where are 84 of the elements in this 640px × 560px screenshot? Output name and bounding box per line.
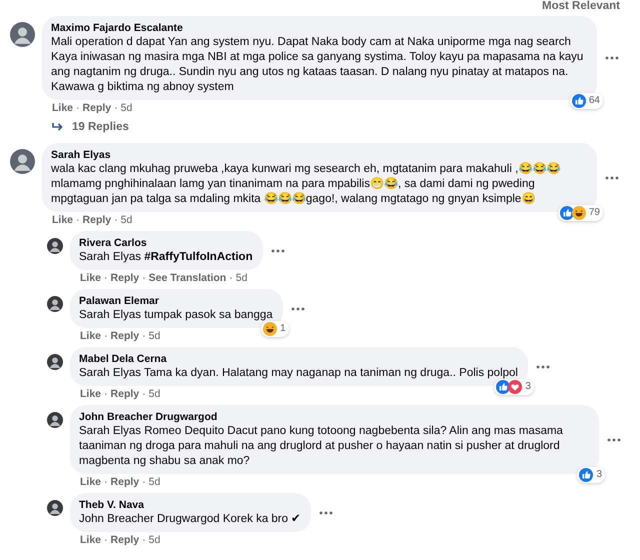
thumbs-up-icon xyxy=(579,468,594,482)
separator-dot: · xyxy=(104,476,108,489)
timestamp[interactable]: 5d xyxy=(148,534,160,547)
avatar[interactable] xyxy=(47,412,63,428)
sort-label[interactable]: Most Relevant xyxy=(542,0,620,14)
separator-dot: · xyxy=(104,388,108,401)
thumbs-up-icon xyxy=(572,94,586,108)
author-name[interactable]: Mabel Dela Cerna xyxy=(79,352,167,366)
comment-text: Mali operation d dapat Yan ang system nyu. Dapat Naka body cam at Naka uniporme mga nag search Kaya iniwasan ng masira mga NBI at mga police sa ganyang systima. Toloy kayu pa mapasama na kayu ang nagtanim ng druga.. Sundin nyu ang utos ng kataas taasan. D nalang nyu pinatay at matapos na. Kawawa g biktima ng abnoy system xyxy=(51,35,584,95)
more-options-icon[interactable] xyxy=(319,510,334,514)
action-link[interactable]: Reply xyxy=(110,476,140,489)
comment-text: Sarah Elyas Romeo Dequito Dacut pano kung totoong nagbebenta sila? Alin ang mas masama taaniman ng droga para mahuli na ang druglord at pusher o hayaan natin si pusher at druglord magbenta ng shabu sa anak mo? xyxy=(79,424,564,469)
reaction-count: 3 xyxy=(525,380,531,394)
separator-dot: · xyxy=(76,214,80,227)
author-name[interactable]: Palawan Elemar xyxy=(79,294,159,308)
more-options-icon[interactable] xyxy=(536,364,550,368)
separator-dot: · xyxy=(76,102,80,115)
separator-dot: · xyxy=(142,388,146,401)
separator-dot: · xyxy=(142,534,146,547)
author-name[interactable]: Theb V. Nava xyxy=(79,498,144,512)
action-link[interactable]: Like xyxy=(80,330,102,343)
comment-text: Sarah Elyas Tama ka dyan. Halatang may naganap na taniman ng druga.. Polis polpol xyxy=(79,366,518,381)
timestamp[interactable]: 5d xyxy=(148,330,160,343)
reaction-count: 64 xyxy=(588,94,600,108)
separator-dot: · xyxy=(104,330,108,343)
action-link[interactable]: Like xyxy=(52,102,74,115)
timestamp[interactable]: 5d xyxy=(120,214,132,227)
action-link[interactable]: Like xyxy=(80,534,102,547)
action-link[interactable]: Reply xyxy=(110,330,140,343)
action-link[interactable]: Like xyxy=(80,272,102,285)
reaction-badge[interactable]: 1 xyxy=(261,321,289,337)
author-name[interactable]: Rivera Carlos xyxy=(79,236,147,250)
action-link[interactable]: Like xyxy=(80,476,102,489)
view-replies-link[interactable]: 19 Replies xyxy=(72,121,129,133)
timestamp[interactable]: 5d xyxy=(120,102,132,115)
action-link[interactable]: Reply xyxy=(110,388,140,401)
laughing-face-icon xyxy=(572,206,586,220)
reaction-badge[interactable]: 64 xyxy=(570,93,603,109)
comment-text: wala kac clang mkuhag pruweba ,kaya kunwari mg sesearch eh, mgtatanim para makahuli ,😂😂😂 mlamamg pnghihinalaan lamg yan tinanimam na para mpabilis😁😂, sa dami dami ng pweding mpgtaguan jan pa talga sa mdaling mkita 😂😂😂gago!, walang mgtatago ng gnyan ksimple😄 xyxy=(51,162,562,207)
avatar[interactable] xyxy=(47,238,63,254)
separator-dot: · xyxy=(229,272,233,285)
action-link[interactable]: Reply xyxy=(82,214,112,227)
separator-dot: · xyxy=(104,272,108,285)
action-link[interactable]: Reply xyxy=(82,102,112,115)
timestamp[interactable]: 5d xyxy=(148,476,160,489)
comment-text: John Breacher Drugwargod Korek ka bro ✔ xyxy=(79,512,302,527)
laughing-face-icon xyxy=(263,322,278,336)
timestamp[interactable]: 5d xyxy=(148,388,160,401)
comment-text: Sarah Elyas #RaffyTulfoInAction xyxy=(79,250,253,265)
more-options-icon[interactable] xyxy=(270,248,285,252)
reaction-count: 1 xyxy=(280,322,286,336)
reaction-badge[interactable]: 79 xyxy=(558,205,603,221)
avatar[interactable] xyxy=(10,22,35,47)
reply-arrow-icon xyxy=(52,122,64,132)
more-options-icon[interactable] xyxy=(605,56,619,60)
comment-text: Sarah Elyas tumpak pasok sa bangga xyxy=(79,308,273,323)
action-link[interactable]: Like xyxy=(80,388,102,401)
separator-dot: · xyxy=(142,272,146,285)
separator-dot: · xyxy=(142,330,146,343)
more-options-icon[interactable] xyxy=(290,306,305,310)
more-options-icon[interactable] xyxy=(607,438,621,442)
thumbs-up-icon xyxy=(496,380,510,394)
action-link[interactable]: Reply xyxy=(110,534,140,547)
author-name[interactable]: John Breacher Drugwargod xyxy=(79,410,218,424)
reaction-count: 79 xyxy=(588,206,600,220)
timestamp[interactable]: 5d xyxy=(236,272,248,285)
avatar[interactable] xyxy=(10,149,35,174)
separator-dot: · xyxy=(104,534,108,547)
author-name[interactable]: Maximo Fajardo Escalante xyxy=(51,21,183,35)
author-name[interactable]: Sarah Elyas xyxy=(51,148,111,162)
action-link[interactable]: Reply xyxy=(110,272,140,285)
reaction-badge[interactable]: 3 xyxy=(494,379,534,395)
avatar[interactable] xyxy=(47,500,63,516)
reaction-count: 3 xyxy=(596,468,602,482)
action-link[interactable]: See Translation xyxy=(148,272,226,285)
separator-dot: · xyxy=(114,214,118,227)
thumbs-up-icon xyxy=(560,206,574,220)
action-link[interactable]: Like xyxy=(52,214,74,227)
separator-dot: · xyxy=(142,476,146,489)
more-options-icon[interactable] xyxy=(605,176,619,180)
separator-dot: · xyxy=(114,102,118,115)
avatar[interactable] xyxy=(47,354,63,370)
avatar[interactable] xyxy=(47,296,63,312)
reaction-badge[interactable]: 3 xyxy=(577,467,605,483)
